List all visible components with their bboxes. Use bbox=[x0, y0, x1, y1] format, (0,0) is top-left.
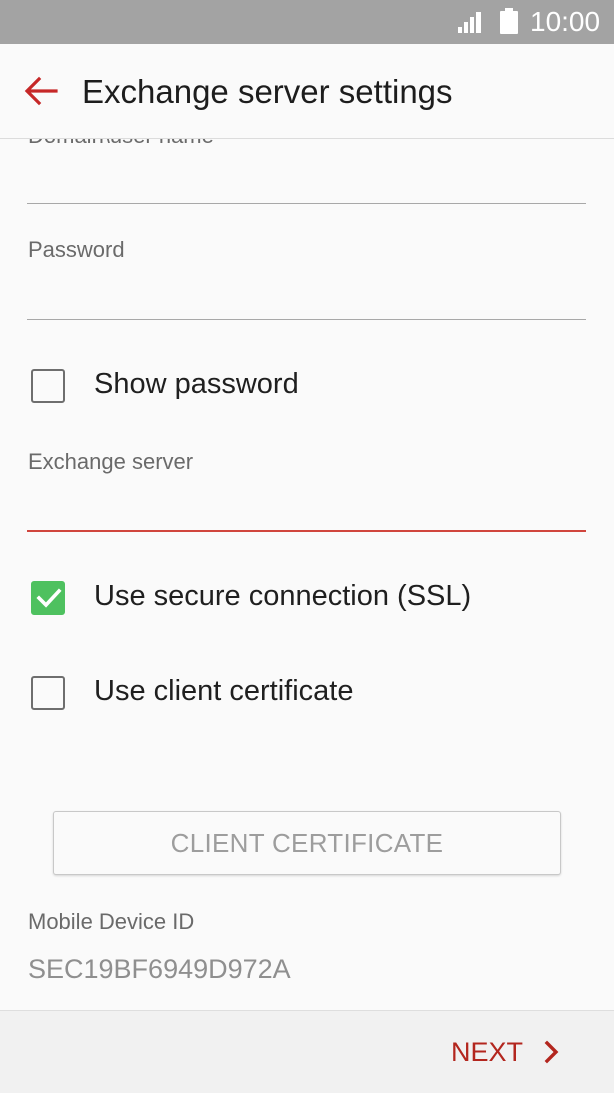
ssl-label: Use secure connection (SSL) bbox=[94, 580, 472, 612]
settings-form: Domain\user name Password Show password … bbox=[0, 139, 614, 1009]
next-button[interactable]: NEXT bbox=[440, 1029, 580, 1075]
bottom-bar: NEXT bbox=[0, 1010, 614, 1093]
page-title: Exchange server settings bbox=[82, 73, 453, 110]
checkmark-icon bbox=[36, 588, 62, 608]
back-arrow-icon[interactable] bbox=[24, 76, 58, 106]
ssl-row[interactable]: Use secure connection (SSL) bbox=[0, 569, 614, 629]
password-label: Password bbox=[28, 237, 125, 262]
password-field[interactable] bbox=[27, 275, 586, 315]
show-password-checkbox[interactable] bbox=[31, 369, 65, 403]
domain-username-underline bbox=[27, 203, 586, 204]
domain-username-label: Domain\user name bbox=[28, 139, 214, 149]
mobile-device-id-label: Mobile Device ID bbox=[28, 909, 195, 934]
client-certificate-checkbox[interactable] bbox=[31, 676, 65, 710]
battery-icon bbox=[500, 8, 518, 34]
show-password-label: Show password bbox=[94, 368, 299, 400]
signal-icon bbox=[458, 12, 481, 33]
chevron-right-icon bbox=[544, 1040, 559, 1064]
exchange-server-underline bbox=[27, 530, 586, 532]
client-certificate-row[interactable]: Use client certificate bbox=[0, 664, 614, 724]
status-bar: 10:00 bbox=[0, 0, 614, 44]
ssl-checkbox[interactable] bbox=[31, 581, 65, 615]
exchange-server-label: Exchange server bbox=[28, 449, 194, 474]
app-bar: Exchange server settings bbox=[0, 44, 614, 139]
exchange-server-field[interactable] bbox=[27, 487, 586, 527]
show-password-row[interactable]: Show password bbox=[0, 357, 614, 417]
password-underline bbox=[27, 319, 586, 320]
status-time: 10:00 bbox=[530, 6, 601, 37]
mobile-device-id-value: SEC19BF6949D972A bbox=[28, 954, 291, 984]
client-certificate-button[interactable]: CLIENT CERTIFICATE bbox=[53, 811, 561, 875]
client-certificate-label: Use client certificate bbox=[94, 675, 354, 707]
next-label: NEXT bbox=[451, 1037, 524, 1067]
